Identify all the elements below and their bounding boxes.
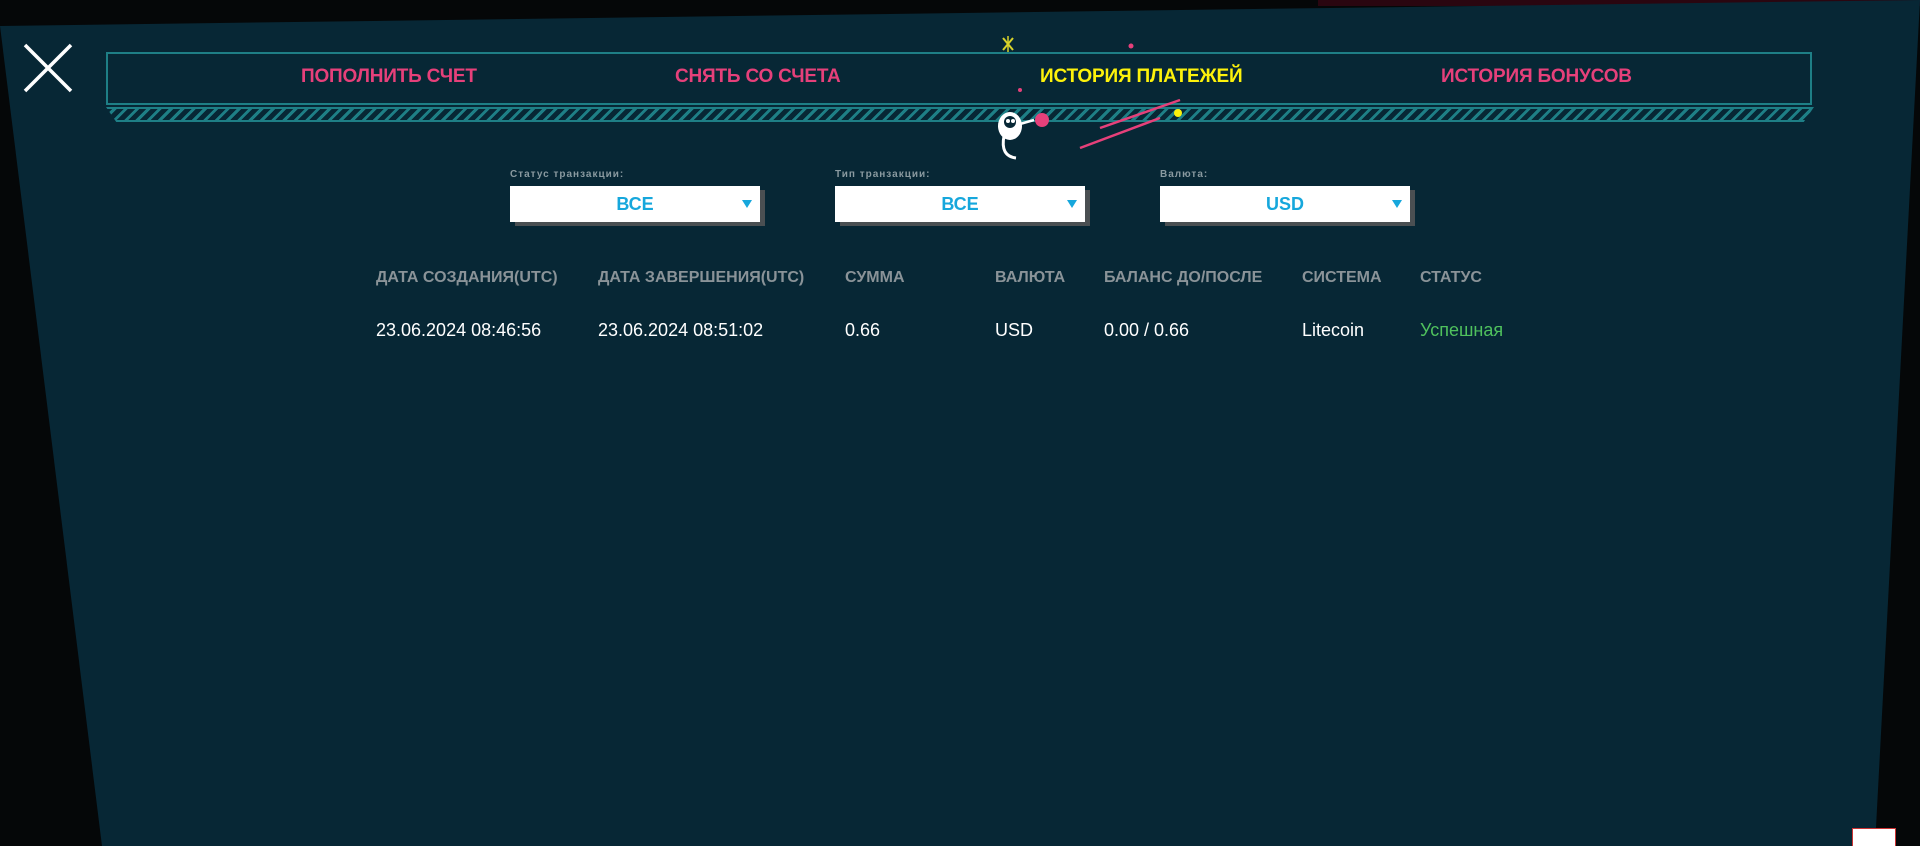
streak-line (1099, 98, 1181, 130)
column-header-currency: ВАЛЮТА (995, 269, 1066, 286)
cell-balance: 0.00 / 0.66 (1104, 320, 1190, 340)
filter-currency-value: USD (1265, 194, 1304, 214)
dot-icon (1035, 113, 1049, 127)
tab-deposit[interactable]: ПОПОЛНИТЬ СЧЕТ (301, 66, 477, 88)
sparkle-icon (1002, 36, 1014, 52)
close-icon (23, 43, 73, 93)
dot-icon (1128, 43, 1134, 49)
filter-type-value: ВСЕ (941, 194, 979, 214)
corner-widget[interactable] (1852, 828, 1896, 846)
cell-amount: 0.66 (845, 320, 881, 340)
cell-status: Успешная (1420, 320, 1504, 340)
column-header-created: ДАТА СОЗДАНИЯ(UTC) (376, 269, 558, 286)
cell-system: Litecoin (1302, 320, 1365, 340)
dot-icon (1018, 88, 1022, 92)
cell-completed: 23.06.2024 08:51:02 (598, 320, 764, 340)
tab-bonus-history[interactable]: ИСТОРИЯ БОНУСОВ (1441, 66, 1632, 88)
streak-line (1079, 116, 1161, 150)
column-header-completed: ДАТА ЗАВЕРШЕНИЯ(UTC) (598, 269, 805, 286)
filter-type-label: Тип транзакции: (835, 169, 931, 180)
cell-created: 23.06.2024 08:46:56 (376, 320, 542, 340)
astronaut-decoration (998, 36, 1182, 160)
filter-currency-label: Валюта: (1160, 169, 1209, 180)
filter-status-label: Статус транзакции: (510, 169, 625, 180)
dot-icon (1174, 109, 1182, 117)
column-header-status: СТАТУС (1420, 269, 1482, 286)
chevron-down-icon (742, 200, 752, 208)
chevron-down-icon (1392, 200, 1402, 208)
filter-status-value: ВСЕ (616, 194, 654, 214)
close-button[interactable] (22, 42, 74, 94)
cell-currency: USD (995, 320, 1034, 340)
astronaut-mascot-icon (998, 112, 1035, 160)
filter-type-select[interactable]: ВСЕ (835, 186, 1085, 222)
filter-currency-select[interactable]: USD (1160, 186, 1410, 222)
modal-panel (0, 0, 1920, 846)
tab-withdraw[interactable]: СНЯТЬ СО СЧЕТА (675, 66, 841, 88)
filter-status-select[interactable]: ВСЕ (510, 186, 760, 222)
chevron-down-icon (1067, 200, 1077, 208)
tab-bar-stripe (106, 107, 1814, 122)
column-header-amount: СУММА (845, 269, 905, 286)
cashier-modal: ПОПОЛНИТЬ СЧЕТ СНЯТЬ СО СЧЕТА ИСТОРИЯ ПЛ… (0, 0, 1920, 846)
column-header-balance: БАЛАНС ДО/ПОСЛЕ (1104, 269, 1263, 286)
column-header-system: СИСТЕМА (1302, 269, 1382, 286)
